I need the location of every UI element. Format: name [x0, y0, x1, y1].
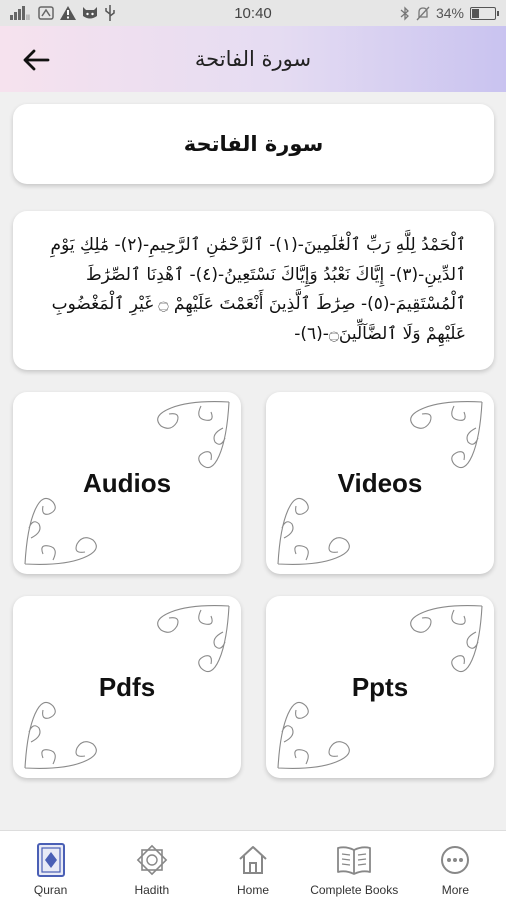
pdfs-label: Pdfs: [98, 671, 156, 702]
wifi-icon: [38, 6, 54, 20]
silent-icon: [416, 6, 430, 20]
battery-percent: 34%: [435, 5, 464, 21]
status-time: 10:40: [234, 4, 272, 22]
ayat-card: ٱلْحَمْدُ لِلَّهِ رَبِّ ٱلْعَٰلَمِينَ-(١…: [13, 211, 494, 370]
bottom-navigation: Quran Hadith Home Complete Books More: [0, 830, 506, 900]
nav-label-home: Home: [237, 883, 270, 897]
floral-corner-ornament: [277, 701, 350, 769]
open-book-icon: [337, 846, 372, 875]
app-bar: سورة الفاتحة: [0, 26, 506, 92]
floral-corner-ornament: [157, 401, 230, 469]
pdfs-tile[interactable]: Pdfs: [13, 596, 241, 778]
ppts-label: Ppts: [351, 671, 409, 702]
nav-item-complete-books[interactable]: Complete Books: [304, 831, 405, 900]
quran-book-icon: [36, 843, 65, 877]
more-dots-icon: [441, 846, 470, 874]
videos-tile[interactable]: Videos: [266, 392, 494, 574]
cat-icon: [83, 7, 97, 19]
battery-icon: [469, 6, 499, 20]
audios-label: Audios: [82, 467, 172, 498]
nav-label-quran: Quran: [33, 883, 68, 897]
back-button[interactable]: [18, 42, 54, 78]
floral-corner-ornament: [24, 497, 97, 565]
nav-label-hadith: Hadith: [134, 883, 170, 897]
home-icon: [239, 846, 267, 874]
status-left-icons: ll: [10, 5, 180, 21]
bluetooth-icon: [400, 5, 409, 21]
page-title: سورة الفاتحة: [194, 47, 312, 71]
surah-name: سورة الفاتحة: [183, 132, 324, 156]
nav-item-hadith[interactable]: Hadith: [101, 831, 202, 900]
floral-corner-ornament: [157, 605, 230, 673]
floral-corner-ornament: [277, 497, 350, 565]
warning-icon: [60, 6, 76, 20]
nav-item-home[interactable]: Home: [202, 831, 303, 900]
floral-corner-ornament: [410, 605, 483, 673]
floral-corner-ornament: [410, 401, 483, 469]
nav-item-more[interactable]: More: [405, 831, 506, 900]
surah-name-card: سورة الفاتحة: [13, 104, 494, 184]
ayat-text: ٱلْحَمْدُ لِلَّهِ رَبِّ ٱلْعَٰلَمِينَ-(١…: [50, 235, 466, 344]
ppts-tile[interactable]: Ppts: [266, 596, 494, 778]
nav-label-complete-books: Complete Books: [310, 883, 399, 897]
arrow-left-icon: [23, 49, 50, 71]
status-bar: ll 10:40 34%: [0, 0, 506, 26]
floral-corner-ornament: [24, 701, 97, 769]
audios-tile[interactable]: Audios: [13, 392, 241, 574]
signal-icon: ll: [10, 6, 30, 20]
status-right-icons: 34%: [326, 5, 499, 21]
usb-icon: [105, 5, 115, 21]
nav-item-quran[interactable]: Quran: [0, 831, 101, 900]
svg-text:ll: ll: [26, 14, 30, 20]
star-emblem-icon: [136, 844, 168, 876]
videos-label: Videos: [337, 467, 423, 498]
nav-label-more: More: [441, 883, 470, 897]
